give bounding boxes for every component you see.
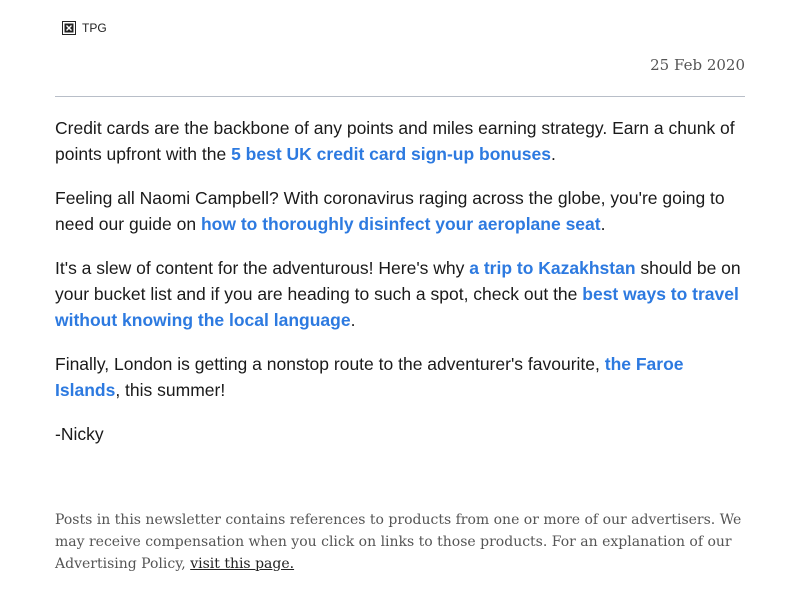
paragraph-coronavirus: Feeling all Naomi Campbell? With coronav… [55, 185, 745, 237]
broken-image-icon [62, 21, 76, 35]
logo[interactable]: TPG [62, 21, 107, 35]
link-uk-credit-card-bonuses[interactable]: 5 best UK credit card sign-up bonuses [231, 144, 551, 164]
paragraph-text: Finally, London is getting a nonstop rou… [55, 354, 605, 374]
paragraph-text: . [350, 310, 356, 330]
paragraph-faroe-islands: Finally, London is getting a nonstop rou… [55, 351, 745, 403]
newsletter-date: 25 Feb 2020 [650, 56, 745, 74]
signature: -Nicky [55, 424, 104, 444]
link-trip-to-kazakhstan[interactable]: a trip to Kazakhstan [469, 258, 635, 278]
paragraph-credit-cards: Credit cards are the backbone of any poi… [55, 115, 745, 167]
advertising-policy-link[interactable]: visit this page. [190, 556, 294, 572]
advertiser-disclosure: Posts in this newsletter contains refere… [55, 509, 745, 575]
link-disinfect-aeroplane-seat[interactable]: how to thoroughly disinfect your aeropla… [201, 214, 601, 234]
paragraph-text: . [600, 214, 606, 234]
disclosure-text: Posts in this newsletter contains refere… [55, 512, 742, 572]
logo-alt-text: TPG [82, 21, 107, 35]
paragraph-text: It's a slew of content for the adventuro… [55, 258, 470, 278]
paragraph-text: , this summer! [115, 380, 226, 400]
header-divider [55, 96, 745, 97]
paragraph-adventurous: It's a slew of content for the adventuro… [55, 255, 745, 333]
paragraph-text: . [551, 144, 556, 164]
newsletter-body: Credit cards are the backbone of any poi… [55, 115, 745, 465]
